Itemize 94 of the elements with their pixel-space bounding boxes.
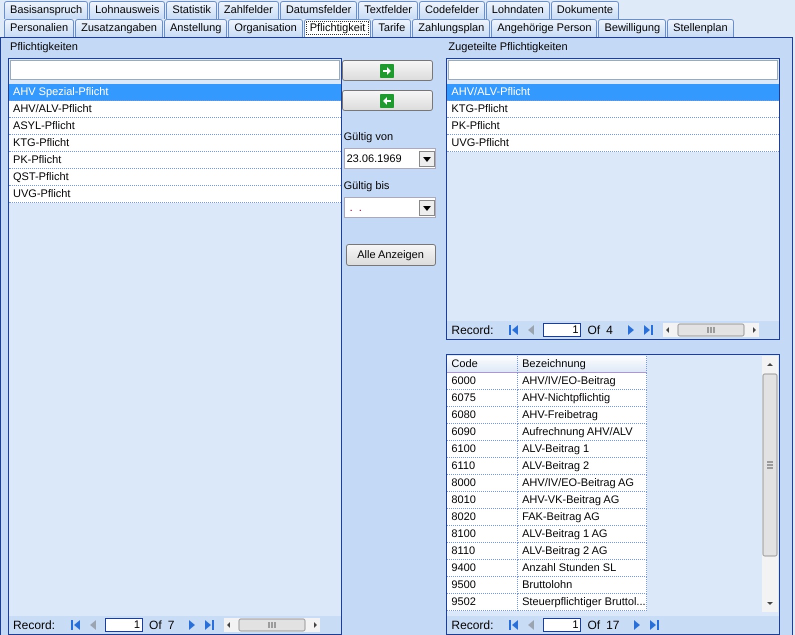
record-field[interactable]: 1 <box>105 618 144 632</box>
table-cell: 6000 <box>447 373 518 390</box>
record-count: 7 <box>168 618 174 632</box>
last-record-icon[interactable] <box>642 324 655 336</box>
date-picker[interactable]: . . <box>344 197 436 218</box>
tab[interactable]: Pflichtigkeit <box>304 19 372 37</box>
table-cell: Anzahl Stunden SL <box>518 560 648 577</box>
table-cell: AHV-Freibetrag <box>518 407 648 424</box>
tab[interactable]: Codefelder <box>418 1 485 19</box>
tab[interactable]: Basisanspruch <box>4 1 88 19</box>
record-field[interactable]: 1 <box>543 323 582 337</box>
last-record-icon[interactable] <box>649 619 662 631</box>
tab[interactable]: Dokumente <box>550 1 620 19</box>
add-button[interactable] <box>342 60 433 81</box>
first-record-icon[interactable] <box>507 324 520 336</box>
record-of-label: Of <box>587 618 600 632</box>
table-cell: 6100 <box>447 441 518 458</box>
table-cell: ALV-Beitrag 1 <box>518 441 648 458</box>
tab[interactable]: Lohndaten <box>486 1 550 19</box>
table-cell: 8110 <box>447 543 518 560</box>
table-cell: AHV/IV/EO-Beitrag AG <box>518 475 648 492</box>
column-header[interactable]: Bezeichnung <box>518 356 648 373</box>
table-cell: AHV-VK-Beitrag AG <box>518 492 648 509</box>
record-of-label: Of <box>149 618 162 632</box>
table-cell: ALV-Beitrag 1 AG <box>518 526 648 543</box>
group-label: Pflichtigkeiten <box>9 40 79 55</box>
tab[interactable]: Stellenplan <box>667 19 734 37</box>
list-item[interactable]: UVG-Pflicht <box>447 135 779 152</box>
tab[interactable]: Anstellung <box>164 19 228 37</box>
table-cell: AHV-Nichtpflichtig <box>518 390 648 407</box>
table-cell: 9400 <box>447 560 518 577</box>
list-item[interactable]: KTG-Pflicht <box>9 135 341 152</box>
last-record-icon[interactable] <box>204 619 216 631</box>
list-item[interactable]: QST-Pflicht <box>9 169 341 186</box>
tab[interactable]: Tarife <box>372 19 412 37</box>
field-label: Gültig von <box>344 131 394 143</box>
table-cell: Bruttolohn <box>518 577 648 594</box>
horizontal-scrollbar[interactable] <box>662 323 759 337</box>
field-label: Gültig bis <box>344 180 390 192</box>
dropdown-icon[interactable] <box>418 150 435 166</box>
vertical-scrollbar[interactable] <box>762 356 778 612</box>
table-cell: 8000 <box>447 475 518 492</box>
remove-button[interactable] <box>342 90 433 111</box>
table-cell: 6075 <box>447 390 518 407</box>
filter-field[interactable] <box>448 60 778 80</box>
list-item[interactable]: PK-Pflicht <box>9 152 341 169</box>
first-record-icon[interactable] <box>507 619 520 631</box>
dropdown-icon[interactable] <box>418 200 435 216</box>
column-header[interactable]: Code <box>447 356 518 373</box>
tab[interactable]: Datumsfelder <box>280 1 358 19</box>
tab[interactable]: Angehörige Person <box>491 19 598 37</box>
arrow-left-icon[interactable] <box>380 94 394 108</box>
record-label: Record: <box>13 618 56 632</box>
group-label: Zugeteilte Pflichtigkeiten <box>447 40 569 55</box>
tab[interactable]: Bewilligung <box>598 19 666 37</box>
date-picker[interactable]: 23.06.1969 <box>344 148 436 169</box>
record-label: Record: <box>451 323 494 337</box>
table-cell: 9500 <box>447 577 518 594</box>
tab[interactable]: Zusatzangaben <box>75 19 163 37</box>
tab[interactable]: Textfelder <box>358 1 418 19</box>
tab[interactable]: Zahlungsplan <box>412 19 490 37</box>
table-cell: 8100 <box>447 526 518 543</box>
tab[interactable]: Organisation <box>228 19 303 37</box>
list-item[interactable]: PK-Pflicht <box>447 118 779 135</box>
record-of-label: Of <box>587 323 600 337</box>
table-cell: 6080 <box>447 407 518 424</box>
filter-field[interactable] <box>10 60 340 80</box>
list-item[interactable]: UVG-Pflicht <box>9 186 341 203</box>
table-cell: AHV/IV/EO-Beitrag <box>518 373 648 390</box>
record-count: 17 <box>606 618 620 632</box>
table-cell: ALV-Beitrag 2 <box>518 458 648 475</box>
table-cell: 8010 <box>447 492 518 509</box>
list-item[interactable]: ASYL-Pflicht <box>9 118 341 135</box>
arrow-right-icon[interactable] <box>380 64 394 78</box>
table-cell: FAK-Beitrag AG <box>518 509 648 526</box>
table-cell: 6090 <box>447 424 518 441</box>
table-cell: 9502 <box>447 594 518 611</box>
table-cell: 6110 <box>447 458 518 475</box>
tab[interactable]: Personalien <box>4 19 74 37</box>
horizontal-scrollbar[interactable] <box>224 618 320 632</box>
list-item[interactable]: AHV/ALV-Pflicht <box>9 101 341 118</box>
list-item[interactable]: KTG-Pflicht <box>447 101 779 118</box>
tab[interactable]: Statistik <box>166 1 217 19</box>
first-record-icon[interactable] <box>69 619 82 631</box>
table-cell: 8020 <box>447 509 518 526</box>
table-cell: Aufrechnung AHV/ALV <box>518 424 648 441</box>
record-field[interactable]: 1 <box>543 618 582 632</box>
table-cell: Steuerpflichtiger Bruttol... <box>518 594 648 611</box>
tab[interactable]: Zahlfelder <box>218 1 279 19</box>
record-label: Record: <box>451 618 494 632</box>
show-all-button[interactable]: Alle Anzeigen <box>346 244 436 266</box>
tab[interactable]: Lohnausweis <box>89 1 166 19</box>
record-count: 4 <box>606 323 613 337</box>
table-cell: ALV-Beitrag 2 AG <box>518 543 648 560</box>
